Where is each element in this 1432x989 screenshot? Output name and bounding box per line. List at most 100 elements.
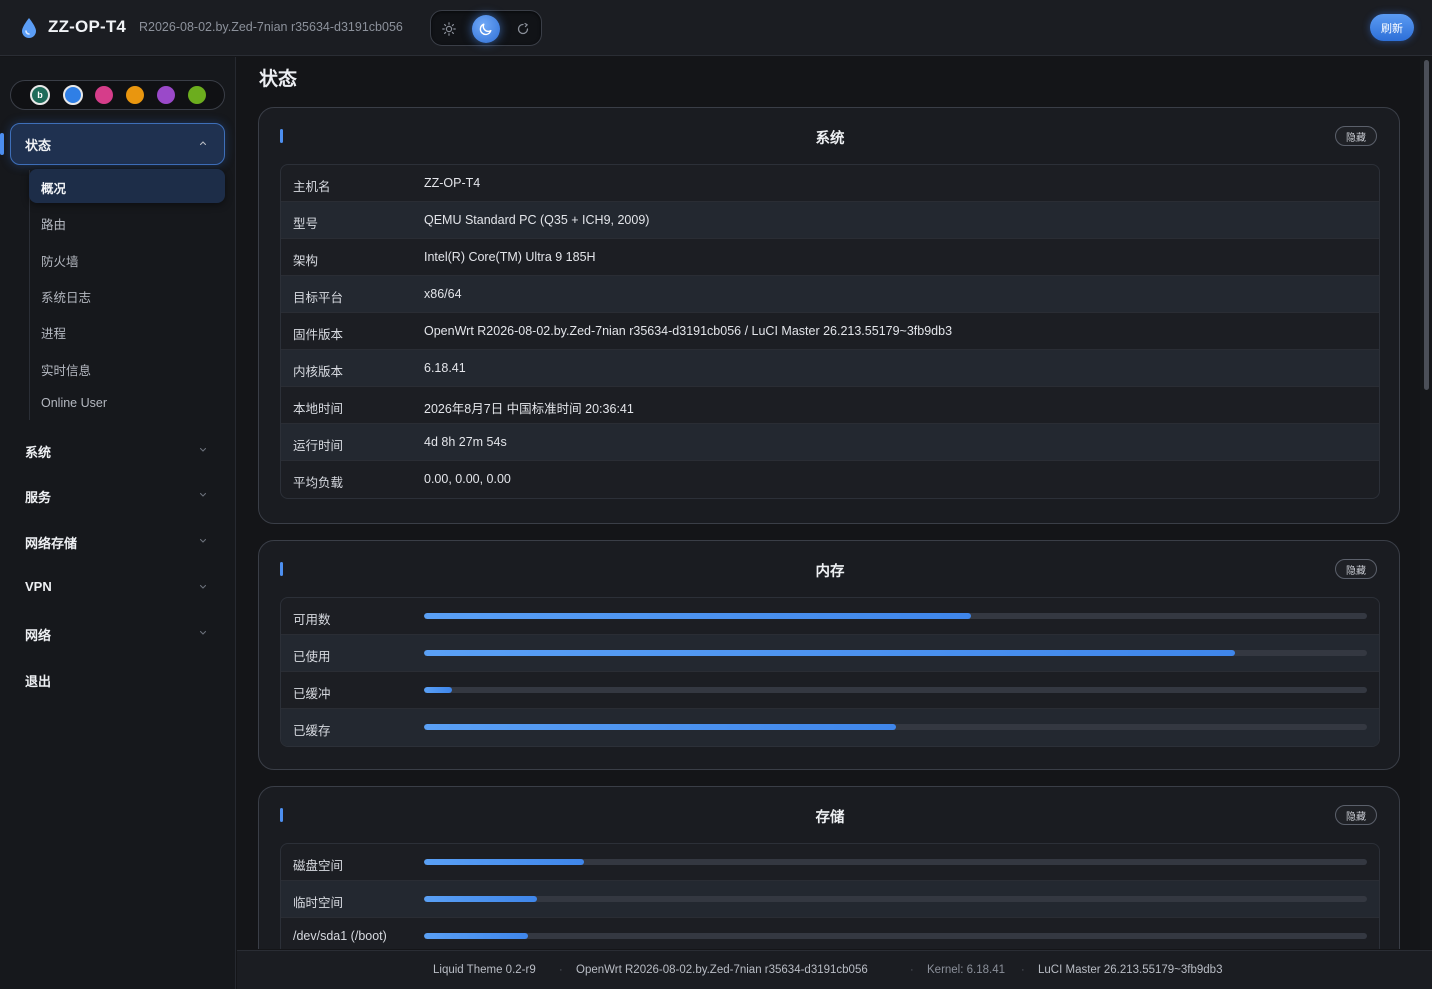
subnav-processes[interactable]: 进程	[41, 323, 66, 342]
nav-logout[interactable]: 退出	[25, 671, 51, 690]
system-card: 系统 隐藏 主机名 ZZ-OP-T4 型号 QEMU Standard PC (Q3…	[258, 107, 1400, 524]
subnav-routes[interactable]: 路由	[41, 214, 66, 233]
progress-bar	[424, 859, 1367, 865]
submenu-guide-line	[29, 170, 30, 420]
row-key: 已缓存	[293, 724, 331, 738]
progress-fill	[424, 650, 1235, 656]
table-row: 运行时间 4d 8h 27m 54s	[281, 424, 1379, 461]
dark-theme-button[interactable]	[472, 15, 500, 43]
progress-bar	[424, 933, 1367, 939]
footer-separator: ·	[559, 964, 563, 976]
table-row: 可用数	[281, 598, 1379, 635]
row-key: 临时空间	[293, 896, 344, 910]
progress-fill	[424, 859, 585, 865]
footer-theme[interactable]: Liquid Theme 0.2-r9	[433, 964, 536, 976]
color-swatch-green[interactable]	[188, 86, 206, 104]
progress-fill	[424, 687, 453, 693]
chevron-down-icon	[199, 492, 207, 497]
nav-section-status-label: 状态	[25, 138, 52, 153]
row-key: 内核版本	[293, 365, 344, 379]
nav-section-services[interactable]: 服务	[25, 487, 51, 506]
storage-card-title: 存储	[815, 810, 845, 826]
footer-firmware[interactable]: OpenWrt R2026-08-02.by.Zed-7nian r35634-…	[576, 964, 868, 976]
refresh-button[interactable]: 刷新	[1370, 14, 1414, 41]
theme-toggle	[430, 10, 542, 46]
row-key: 架构	[293, 254, 319, 268]
top-bar: ZZ-OP-T4 R2026-08-02.by.Zed-7nian r35634…	[0, 0, 1432, 56]
progress-bar	[424, 896, 1367, 902]
row-value: OpenWrt R2026-08-02.by.Zed-7nian r35634-…	[424, 324, 953, 338]
row-key: 运行时间	[293, 439, 344, 453]
table-row: 架构 Intel(R) Core(TM) Ultra 9 185H	[281, 239, 1379, 276]
subnav-firewall[interactable]: 防火墙	[41, 251, 79, 270]
main-content: 状态 系统 隐藏 主机名 ZZ-OP-T4 型号 QEMU Standard PC …	[237, 57, 1432, 949]
row-key: 固件版本	[293, 328, 344, 342]
memory-card: 内存 隐藏 可用数 已使用 已缓冲 已缓存	[258, 540, 1400, 770]
system-card-title: 系统	[815, 131, 845, 147]
row-key: 已缓冲	[293, 687, 331, 701]
chevron-down-icon	[199, 538, 207, 543]
progress-fill	[424, 613, 971, 619]
system-hide-button[interactable]: 隐藏	[1335, 126, 1377, 146]
memory-card-title: 内存	[815, 564, 845, 580]
subnav-realtime[interactable]: 实时信息	[41, 360, 91, 379]
row-key: 型号	[293, 217, 319, 231]
color-scheme-picker: b	[10, 80, 225, 110]
table-row: 固件版本 OpenWrt R2026-08-02.by.Zed-7nian r35…	[281, 313, 1379, 350]
light-theme-button[interactable]	[435, 15, 463, 43]
chevron-down-icon	[199, 584, 207, 589]
color-swatch-teal[interactable]: b	[30, 85, 50, 105]
memory-table: 可用数 已使用 已缓冲 已缓存	[280, 597, 1380, 747]
subnav-online-user[interactable]: Online User	[41, 396, 107, 410]
progress-fill	[424, 896, 538, 902]
table-row: 主机名 ZZ-OP-T4	[281, 165, 1379, 202]
color-swatch-orange[interactable]	[126, 86, 144, 104]
nav-section-system[interactable]: 系统	[25, 442, 51, 461]
brand-hostname[interactable]: ZZ-OP-T4	[48, 17, 126, 37]
nav-section-vpn[interactable]: VPN	[25, 579, 52, 594]
table-row: 目标平台 x86/64	[281, 276, 1379, 313]
row-value: QEMU Standard PC (Q35 + ICH9, 2009)	[424, 213, 650, 227]
row-key: 主机名	[293, 180, 331, 194]
color-swatch-blue[interactable]	[63, 85, 83, 105]
progress-bar	[424, 687, 1367, 693]
subnav-overview[interactable]: 概况	[41, 178, 66, 197]
footer-kernel: Kernel: 6.18.41	[927, 964, 1006, 976]
table-row: 本地时间 2026年8月7日 中国标准时间 20:36:41	[281, 387, 1379, 424]
table-row: 已缓冲	[281, 672, 1379, 709]
color-swatch-pink[interactable]	[95, 86, 113, 104]
firmware-version: R2026-08-02.by.Zed-7nian r35634-d3191cb0…	[139, 20, 403, 34]
main-scrollbar-thumb[interactable]	[1424, 60, 1429, 390]
progress-bar	[424, 650, 1367, 656]
footer-luci[interactable]: LuCI Master 26.213.55179~3fb9db3	[1038, 964, 1222, 976]
row-value: 2026年8月7日 中国标准时间 20:36:41	[424, 402, 634, 416]
nav-section-nas[interactable]: 网络存储	[25, 533, 77, 552]
row-value: 4d 8h 27m 54s	[424, 435, 507, 449]
row-value: 0.00, 0.00, 0.00	[424, 472, 511, 486]
storage-table: 磁盘空间 临时空间 /dev/sda1 (/boot)	[280, 843, 1380, 949]
auto-theme-icon	[517, 22, 529, 35]
subnav-system-log[interactable]: 系统日志	[41, 287, 91, 306]
storage-card: 存储 隐藏 磁盘空间 临时空间 /dev/sda1 (/boot)	[258, 786, 1400, 949]
row-key: 可用数	[293, 613, 331, 627]
water-drop-logo-icon	[22, 18, 36, 38]
swatch-label: b	[37, 90, 43, 100]
storage-hide-button[interactable]: 隐藏	[1335, 805, 1377, 825]
color-swatch-purple[interactable]	[157, 86, 175, 104]
table-row: 已使用	[281, 635, 1379, 672]
table-row: /dev/sda1 (/boot)	[281, 918, 1379, 949]
table-row: 已缓存	[281, 709, 1379, 746]
chevron-down-icon	[199, 630, 207, 635]
memory-hide-button[interactable]: 隐藏	[1335, 559, 1377, 579]
row-key: 磁盘空间	[293, 859, 344, 873]
row-key: 已使用	[293, 650, 331, 664]
table-row: 临时空间	[281, 881, 1379, 918]
chevron-up-icon	[199, 141, 207, 146]
nav-section-network[interactable]: 网络	[25, 625, 51, 644]
moon-icon	[479, 23, 492, 36]
row-key: 本地时间	[293, 402, 344, 416]
row-key: 目标平台	[293, 291, 344, 305]
auto-theme-button[interactable]	[509, 15, 537, 43]
row-value: Intel(R) Core(TM) Ultra 9 185H	[424, 250, 596, 264]
row-key: /dev/sda1 (/boot)	[293, 929, 387, 943]
